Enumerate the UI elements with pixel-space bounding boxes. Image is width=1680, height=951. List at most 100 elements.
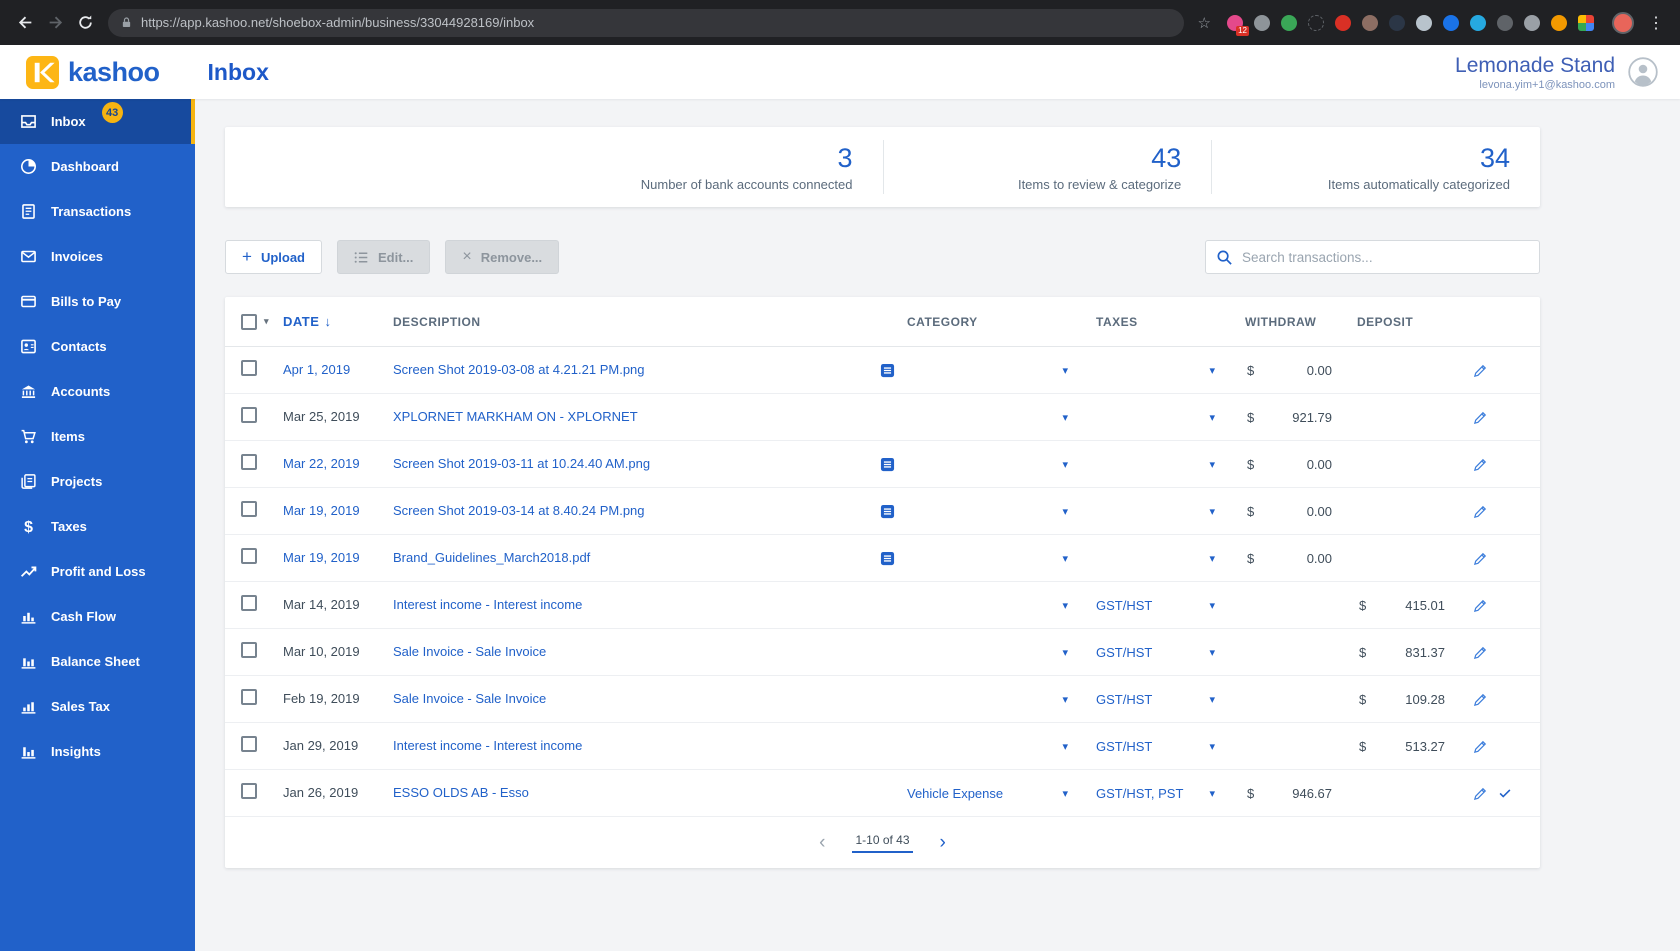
column-header-category[interactable]: CATEGORY [880, 315, 1080, 329]
extension-icon[interactable] [1416, 14, 1432, 31]
camera-extension-icon[interactable] [1254, 14, 1270, 31]
bookmark-star-icon[interactable]: ☆ [1198, 14, 1211, 32]
edit-row-icon[interactable] [1472, 456, 1489, 473]
row-description-link[interactable]: Interest income - Interest income [393, 738, 582, 753]
reload-icon[interactable] [72, 10, 98, 36]
row-description-link[interactable]: Screen Shot 2019-03-14 at 8.40.24 PM.png [393, 503, 645, 518]
row-taxes[interactable]: GST/HST [1096, 739, 1152, 754]
row-checkbox[interactable] [241, 547, 257, 564]
browser-profile-avatar[interactable] [1612, 11, 1634, 34]
category-dropdown-icon[interactable]: ▾ [1062, 552, 1068, 565]
row-checkbox[interactable] [241, 406, 257, 423]
row-checkbox[interactable] [241, 782, 257, 799]
row-checkbox[interactable] [241, 688, 257, 705]
column-header-withdraw[interactable]: WITHDRAW [1225, 315, 1340, 329]
sidebar-item-inbox[interactable]: Inbox 43 [0, 99, 195, 144]
row-checkbox[interactable] [241, 359, 257, 376]
sidebar-item-profit-and-loss[interactable]: Profit and Loss [0, 549, 195, 594]
sidebar-item-accounts[interactable]: Accounts [0, 369, 195, 414]
google-apps-grid-icon[interactable] [1578, 14, 1594, 31]
edit-row-icon[interactable] [1472, 738, 1489, 755]
extension-icon[interactable] [1308, 14, 1324, 31]
sidebar-item-projects[interactable]: Projects [0, 459, 195, 504]
row-description-link[interactable]: Sale Invoice - Sale Invoice [393, 691, 546, 706]
taxes-dropdown-icon[interactable]: ▾ [1209, 505, 1215, 518]
taxes-dropdown-icon[interactable]: ▾ [1209, 693, 1215, 706]
extension-icon[interactable] [1389, 14, 1405, 31]
browser-menu-icon[interactable]: ⋮ [1648, 13, 1664, 33]
row-description-link[interactable]: XPLORNET MARKHAM ON - XPLORNET [393, 409, 638, 424]
row-checkbox[interactable] [241, 594, 257, 611]
remove-button[interactable]: × Remove... [445, 240, 560, 274]
row-description-link[interactable]: Brand_Guidelines_March2018.pdf [393, 550, 590, 565]
edit-row-icon[interactable] [1472, 409, 1489, 426]
back-icon[interactable] [12, 10, 38, 36]
edit-row-icon[interactable] [1472, 503, 1489, 520]
edit-row-icon[interactable] [1472, 691, 1489, 708]
taxes-dropdown-icon[interactable]: ▾ [1209, 411, 1215, 424]
upload-button[interactable]: + Upload [225, 240, 322, 274]
extension-icon[interactable] [1470, 14, 1486, 31]
row-description-link[interactable]: ESSO OLDS AB - Esso [393, 785, 529, 800]
category-dropdown-icon[interactable]: ▾ [1062, 787, 1068, 800]
extension-icon[interactable] [1281, 14, 1297, 31]
category-dropdown-icon[interactable]: ▾ [1062, 646, 1068, 659]
taxes-dropdown-icon[interactable]: ▾ [1209, 599, 1215, 612]
edit-row-icon[interactable] [1472, 644, 1489, 661]
search-input[interactable] [1242, 249, 1529, 265]
category-dropdown-icon[interactable]: ▾ [1062, 364, 1068, 377]
category-dropdown-icon[interactable]: ▾ [1062, 505, 1068, 518]
sidebar-item-transactions[interactable]: Transactions [0, 189, 195, 234]
sidebar-item-balance-sheet[interactable]: Balance Sheet [0, 639, 195, 684]
select-all-checkbox[interactable] [241, 313, 257, 330]
column-header-date[interactable]: DATE ↓ [281, 314, 393, 329]
sidebar-item-cash-flow[interactable]: Cash Flow [0, 594, 195, 639]
edit-row-icon[interactable] [1472, 785, 1489, 802]
row-description-link[interactable]: Screen Shot 2019-03-11 at 10.24.40 AM.pn… [393, 456, 650, 471]
row-description-link[interactable]: Screen Shot 2019-03-08 at 4.21.21 PM.png [393, 362, 645, 377]
previous-page-icon[interactable]: ‹ [819, 832, 825, 854]
category-dropdown-icon[interactable]: ▾ [1062, 599, 1068, 612]
user-avatar-icon[interactable] [1628, 57, 1658, 87]
category-dropdown-icon[interactable]: ▾ [1062, 458, 1068, 471]
row-checkbox[interactable] [241, 735, 257, 752]
row-checkbox[interactable] [241, 453, 257, 470]
row-taxes[interactable]: GST/HST [1096, 692, 1152, 707]
select-menu-caret-icon[interactable]: ▾ [264, 316, 269, 327]
taxes-dropdown-icon[interactable]: ▾ [1209, 740, 1215, 753]
edit-row-icon[interactable] [1472, 362, 1489, 379]
column-header-taxes[interactable]: TAXES [1080, 315, 1225, 329]
extension-icon[interactable] [1362, 14, 1378, 31]
taxes-dropdown-icon[interactable]: ▾ [1209, 646, 1215, 659]
taxes-dropdown-icon[interactable]: ▾ [1209, 787, 1215, 800]
extension-icon[interactable] [1524, 14, 1540, 31]
confirm-row-icon[interactable] [1497, 785, 1513, 801]
row-taxes[interactable]: GST/HST, PST [1096, 786, 1183, 801]
edit-row-icon[interactable] [1472, 597, 1489, 614]
extension-icon[interactable] [1497, 14, 1513, 31]
edit-row-icon[interactable] [1472, 550, 1489, 567]
next-page-icon[interactable]: › [940, 832, 946, 854]
sidebar-item-insights[interactable]: Insights [0, 729, 195, 774]
column-header-description[interactable]: DESCRIPTION [393, 315, 880, 329]
category-dropdown-icon[interactable]: ▾ [1062, 693, 1068, 706]
sidebar-item-items[interactable]: Items [0, 414, 195, 459]
column-header-deposit[interactable]: DEPOSIT [1340, 315, 1455, 329]
sidebar-item-invoices[interactable]: Invoices [0, 234, 195, 279]
row-taxes[interactable]: GST/HST [1096, 645, 1152, 660]
row-checkbox[interactable] [241, 500, 257, 517]
edit-button[interactable]: Edit... [337, 240, 431, 274]
row-category[interactable]: Vehicle Expense [907, 786, 1003, 801]
row-description-link[interactable]: Interest income - Interest income [393, 597, 582, 612]
taxes-dropdown-icon[interactable]: ▾ [1209, 364, 1215, 377]
taxes-dropdown-icon[interactable]: ▾ [1209, 552, 1215, 565]
sidebar-item-dashboard[interactable]: Dashboard [0, 144, 195, 189]
taxes-dropdown-icon[interactable]: ▾ [1209, 458, 1215, 471]
category-dropdown-icon[interactable]: ▾ [1062, 411, 1068, 424]
sidebar-item-contacts[interactable]: Contacts [0, 324, 195, 369]
forward-icon[interactable] [42, 10, 68, 36]
extension-icon[interactable] [1443, 14, 1459, 31]
row-checkbox[interactable] [241, 641, 257, 658]
extension-icon[interactable] [1335, 14, 1351, 31]
row-taxes[interactable]: GST/HST [1096, 598, 1152, 613]
